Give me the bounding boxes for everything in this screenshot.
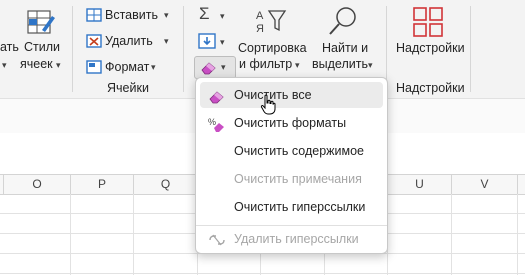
chevron-down-icon: ▾ [164,10,169,20]
insert-cells-button[interactable]: Вставить [105,8,158,22]
menu-item-clear-hyperlinks[interactable]: Очистить гиперссылки [200,194,383,220]
eraser-icon [208,87,226,104]
addins-button[interactable]: Надстройки [396,41,465,55]
chevron-down-icon: ▾ [220,37,225,47]
column-header-u[interactable]: U [388,175,452,194]
menu-item-label: Удалить гиперссылки [234,232,359,246]
addins-group-label: Надстройки [396,81,465,95]
svg-text:A: A [256,10,264,22]
clear-formats-icon: % [208,115,226,132]
insert-cells-icon [86,8,102,22]
svg-text:%: % [208,117,216,127]
group-separator [183,6,184,92]
chevron-down-icon: ▾ [56,60,61,70]
chevron-down-icon: ▾ [151,62,156,72]
cells-group-label: Ячейки [107,81,149,95]
column-header-p[interactable]: P [71,175,134,194]
column-header-q[interactable]: Q [134,175,198,194]
svg-text:Я: Я [256,23,264,35]
row-gridline [0,273,525,274]
format-cells-icon [86,60,102,74]
clear-button[interactable]: ▾ [194,56,236,79]
partial-button-label[interactable]: ать [0,40,19,54]
find-select-label-1[interactable]: Найти и [322,41,368,55]
find-select-label-2[interactable]: выделить [312,57,368,71]
menu-item-clear-comments: Очистить примечания [200,166,383,192]
unlink-icon [208,231,226,247]
chevron-down-icon: ▾ [295,60,300,70]
group-separator [470,6,471,92]
chevron-down-icon: ▾ [221,62,226,72]
menu-item-clear-contents[interactable]: Очистить содержимое [200,138,383,164]
column-header-o[interactable]: O [4,175,71,194]
eraser-icon [200,60,218,75]
sort-filter-icon: AЯ [255,6,287,36]
chevron-down-icon: ▾ [164,36,169,46]
menu-item-label: Очистить гиперссылки [234,200,366,214]
cell-styles-icon[interactable] [26,8,56,38]
sort-filter-label-2[interactable]: и фильтр [239,57,292,71]
cell-styles-label-1[interactable]: Стили [24,40,60,54]
chevron-down-icon: ▾ [2,60,7,70]
column-gridline [70,194,71,275]
chevron-down-icon: ▾ [220,11,225,21]
column-gridline [451,194,452,275]
delete-cells-icon [86,34,102,48]
fill-icon[interactable] [198,33,216,49]
addins-icon [412,6,444,38]
column-header-v[interactable]: V [452,175,518,194]
clear-dropdown-menu: Очистить все % Очистить форматы Очистить… [195,77,388,254]
menu-item-remove-hyperlinks: Удалить гиперссылки [200,226,383,252]
column-gridline [133,194,134,275]
column-gridline [517,194,518,275]
menu-item-label: Очистить примечания [234,172,362,186]
menu-item-label: Очистить форматы [234,116,347,130]
menu-item-clear-all[interactable]: Очистить все [200,82,383,108]
menu-item-label: Очистить содержимое [234,144,364,158]
cell-styles-label-2[interactable]: ячеек [20,57,53,71]
group-separator [72,6,73,92]
sort-filter-label-1[interactable]: Сортировка [238,41,307,55]
menu-item-clear-formats[interactable]: % Очистить форматы [200,110,383,136]
format-cells-button[interactable]: Формат [105,60,149,74]
search-icon [327,5,359,37]
delete-cells-button[interactable]: Удалить [105,34,153,48]
autosum-icon[interactable]: Σ [199,4,210,24]
chevron-down-icon: ▾ [368,60,373,70]
